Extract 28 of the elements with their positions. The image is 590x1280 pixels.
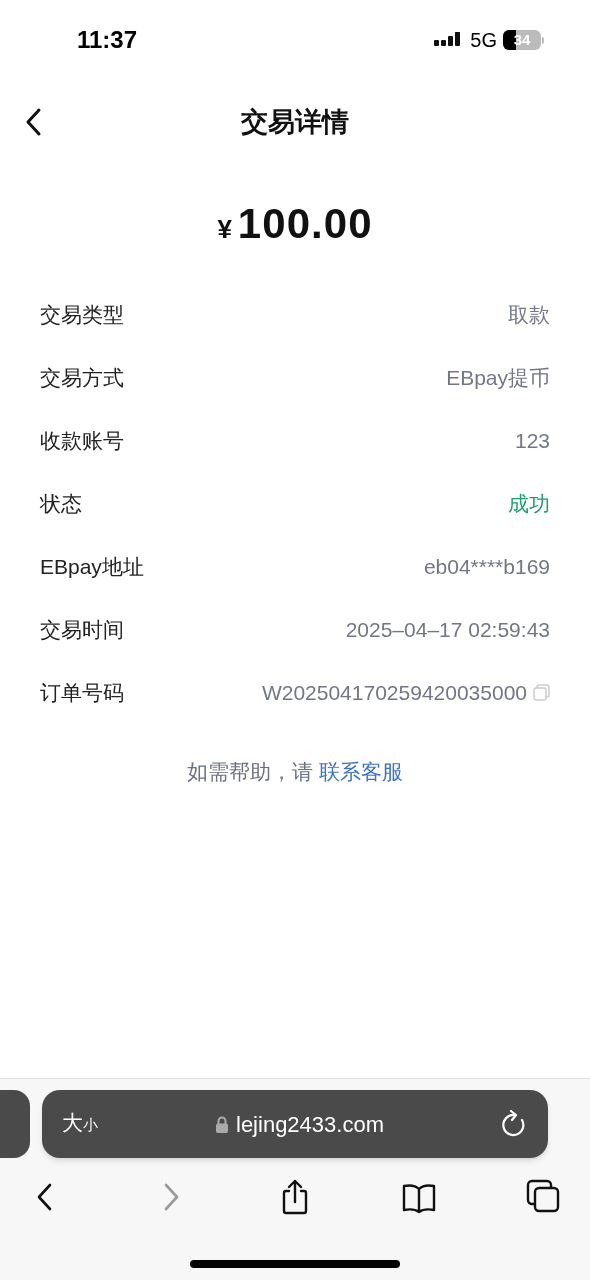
address-bar[interactable]: 大小 lejing2433.com — [42, 1090, 548, 1158]
currency-symbol: ¥ — [217, 213, 232, 246]
url-text: lejing2433.com — [236, 1110, 384, 1139]
detail-label: EBpay地址 — [40, 553, 144, 580]
lock-icon — [216, 1115, 228, 1133]
contact-support-link[interactable]: 联系客服 — [318, 760, 403, 783]
detail-value: 2025–04–17 02:59:43 — [345, 616, 550, 643]
network-label: 5G — [470, 28, 497, 53]
detail-label: 交易方式 — [40, 364, 124, 391]
back-icon[interactable] — [24, 107, 42, 137]
status-value: 成功 — [508, 490, 550, 517]
detail-label: 订单号码 — [40, 679, 124, 706]
page-title: 交易详情 — [241, 105, 349, 139]
detail-label: 交易时间 — [40, 616, 124, 643]
detail-value: EBpay提币 — [446, 364, 550, 391]
tabs-icon[interactable] — [526, 1179, 560, 1215]
status-time: 11:37 — [77, 25, 138, 55]
detail-label: 收款账号 — [40, 427, 124, 454]
detail-value: W202504170259420035000 — [261, 679, 527, 706]
detail-value: eb04****b169 — [423, 553, 550, 580]
text-size-small[interactable]: 小 — [83, 1114, 98, 1137]
help-text: 如需帮助，请 联系客服 — [186, 759, 404, 785]
amount: 100.00 — [237, 199, 373, 249]
detail-value: 123 — [514, 427, 550, 454]
text-size-large[interactable]: 大 — [62, 1108, 83, 1140]
detail-value: 取款 — [508, 301, 550, 328]
detail-label: 状态 — [40, 490, 82, 517]
detail-label: 交易类型 — [40, 301, 124, 328]
